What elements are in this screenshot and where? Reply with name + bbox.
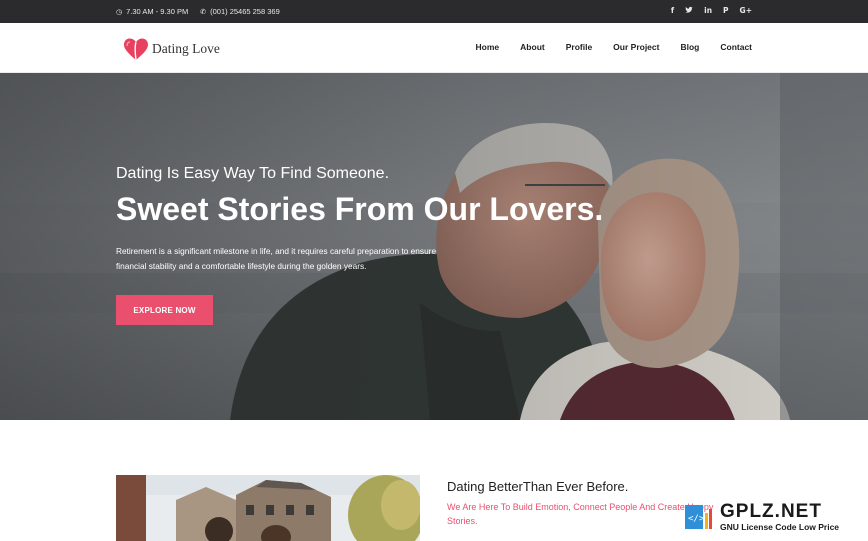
main-navbar: Dating Love Home About Profile Our Proje… bbox=[0, 23, 868, 73]
linkedin-icon[interactable]: in bbox=[704, 6, 712, 16]
hero-title: Sweet Stories From Our Lovers. bbox=[116, 191, 604, 227]
nav-item-about[interactable]: About bbox=[520, 42, 545, 52]
pinterest-icon[interactable]: P bbox=[723, 6, 729, 16]
clock-icon: ◷ bbox=[116, 7, 123, 16]
nav-item-our-project[interactable]: Our Project bbox=[613, 42, 659, 52]
hero-description: Retirement is a significant milestone in… bbox=[116, 246, 437, 271]
hours-info: ◷ 7.30 AM - 9.30 PM bbox=[116, 7, 188, 16]
hours-text: 7.30 AM - 9.30 PM bbox=[126, 7, 189, 16]
hero-subtitle: Dating Is Easy Way To Find Someone. bbox=[116, 165, 390, 182]
svg-text:</>: </> bbox=[688, 514, 705, 524]
heart-logo-icon bbox=[124, 38, 148, 61]
facebook-icon[interactable]: f bbox=[671, 6, 674, 16]
phone-text: (001) 25465 258 369 bbox=[210, 7, 280, 16]
phone-icon: ✆ bbox=[200, 7, 207, 16]
nav-item-blog[interactable]: Blog bbox=[680, 42, 699, 52]
twitter-icon[interactable] bbox=[685, 6, 693, 16]
watermark: </> GPLZ.NET GNU License Code Low Price bbox=[684, 500, 864, 536]
about-title: Dating BetterThan Ever Before. bbox=[447, 479, 629, 494]
explore-now-button[interactable]: EXPLORE NOW bbox=[116, 295, 213, 325]
watermark-name: GPLZ.NET bbox=[720, 501, 822, 522]
site-logo[interactable]: Dating Love bbox=[122, 36, 220, 62]
google-plus-icon[interactable]: G+ bbox=[740, 6, 752, 16]
hero-banner: Dating Is Easy Way To Find Someone. Swee… bbox=[0, 73, 868, 420]
top-bar: ◷ 7.30 AM - 9.30 PM ✆ (001) 25465 258 36… bbox=[0, 0, 868, 23]
logo-text: Dating Love bbox=[152, 41, 220, 56]
watermark-tagline: GNU License Code Low Price bbox=[720, 522, 840, 532]
nav-item-profile[interactable]: Profile bbox=[566, 42, 592, 52]
main-menu: Home About Profile Our Project Blog Cont… bbox=[455, 42, 752, 52]
nav-item-home[interactable]: Home bbox=[476, 42, 500, 52]
code-file-icon: </> bbox=[685, 505, 712, 529]
social-links: f in P G+ bbox=[660, 6, 752, 16]
phone-info: ✆ (001) 25465 258 369 bbox=[200, 7, 280, 16]
about-image bbox=[116, 475, 420, 541]
contact-info: ◷ 7.30 AM - 9.30 PM ✆ (001) 25465 258 36… bbox=[116, 7, 292, 16]
nav-item-contact[interactable]: Contact bbox=[720, 42, 752, 52]
